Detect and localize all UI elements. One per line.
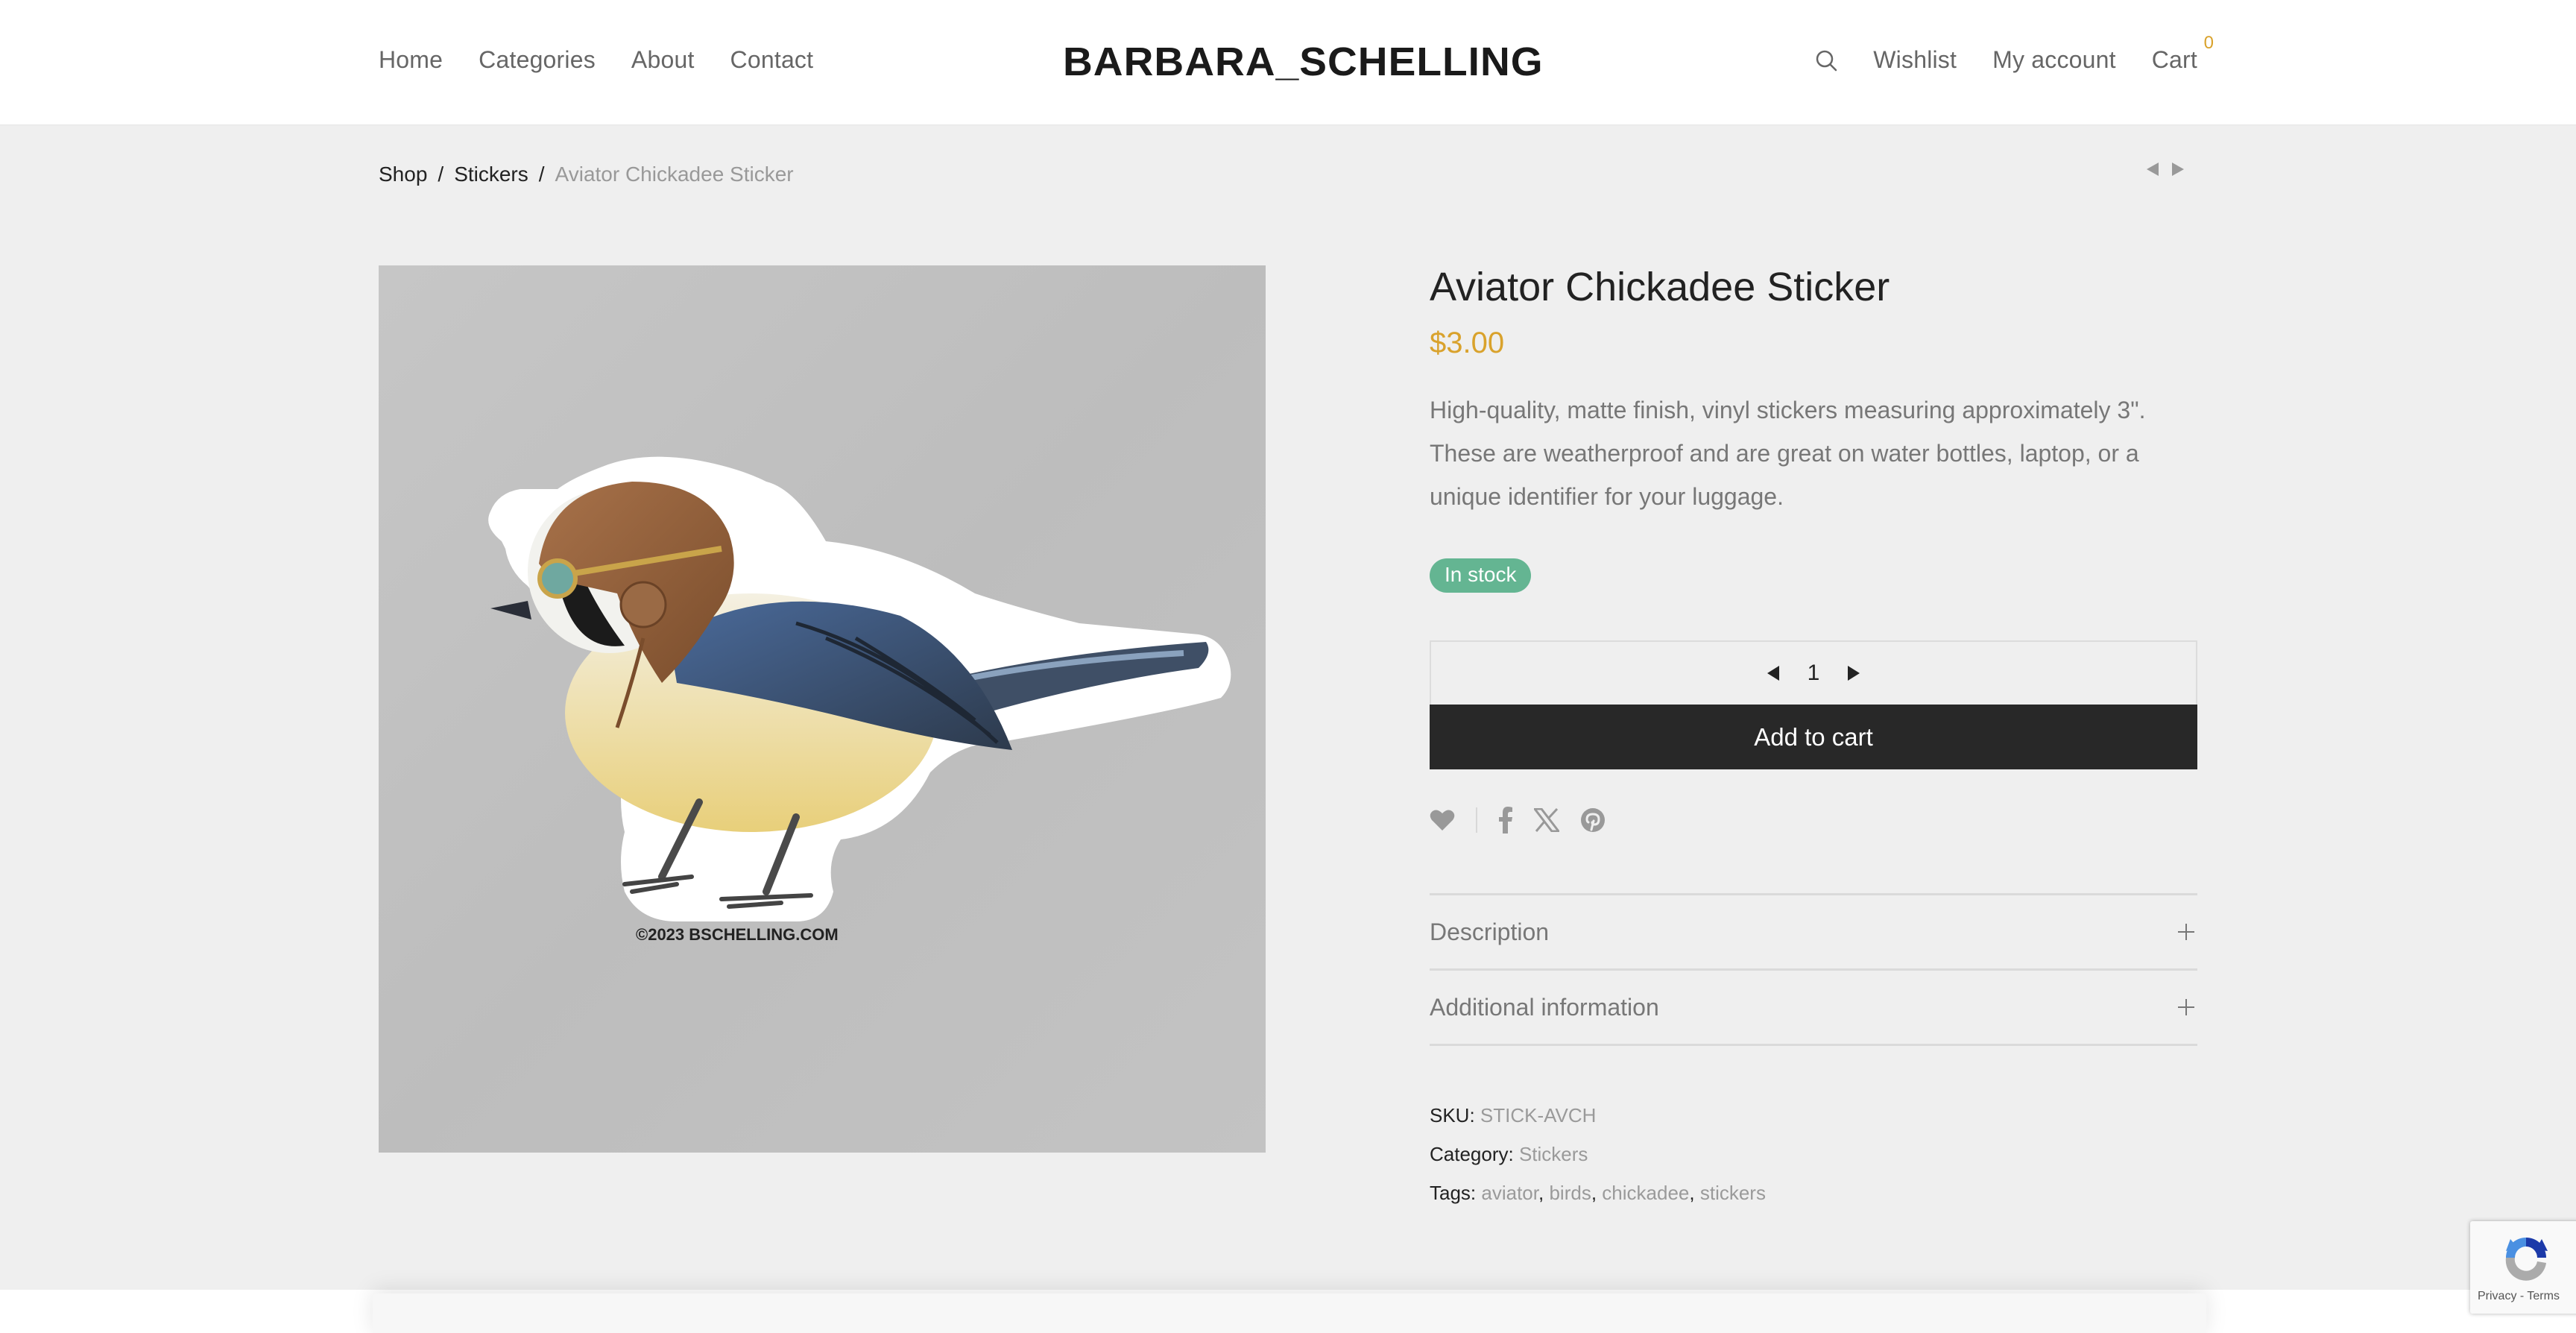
accordion-label: Description <box>1430 918 1550 945</box>
breadcrumb-separator: / <box>438 163 444 186</box>
tags-row: Tags: aviator, birds, chickadee, sticker… <box>1430 1182 1766 1204</box>
sku-row: SKU: STICK-AVCH <box>1430 1096 1766 1135</box>
wishlist-link[interactable]: Wishlist <box>1873 46 1957 74</box>
nav-home[interactable]: Home <box>379 46 443 74</box>
site-header: Home Categories About Contact BARBARA_SC… <box>0 0 2576 125</box>
previous-product-icon[interactable] <box>2147 163 2159 176</box>
search-icon[interactable] <box>1815 49 1837 72</box>
nav-categories[interactable]: Categories <box>479 46 596 74</box>
facebook-icon[interactable] <box>1498 807 1513 833</box>
breadcrumb: Shop / Stickers / Aviator Chickadee Stic… <box>379 163 794 186</box>
my-account-link[interactable]: My account <box>1992 46 2116 74</box>
sticker-illustration: ©2023 BSCHELLING.COM <box>488 456 1231 944</box>
breadcrumb-current: Aviator Chickadee Sticker <box>555 163 794 186</box>
stock-badge: In stock <box>1430 558 1532 593</box>
sku-value: STICK-AVCH <box>1480 1104 1597 1126</box>
tags-label: Tags: <box>1430 1182 1477 1204</box>
breadcrumb-shop[interactable]: Shop <box>379 163 427 186</box>
nav-about[interactable]: About <box>631 46 695 74</box>
add-to-cart-button[interactable]: Add to cart <box>1430 705 2197 769</box>
sku-label: SKU: <box>1430 1104 1475 1126</box>
product-pagination <box>2147 163 2184 176</box>
quantity-stepper: 1 <box>1430 640 2197 705</box>
decrease-quantity-icon[interactable] <box>1767 666 1779 681</box>
product-meta: SKU: STICK-AVCH Category: Stickers Tags:… <box>1430 1096 1766 1212</box>
share-divider <box>1476 807 1477 833</box>
product-tabs-accordion: Description Additional information <box>1430 893 2197 1046</box>
nav-contact[interactable]: Contact <box>730 46 814 74</box>
pinterest-icon[interactable] <box>1580 807 1606 833</box>
accordion-additional-information[interactable]: Additional information <box>1430 971 2197 1046</box>
product-price: $3.00 <box>1430 327 1505 359</box>
increase-quantity-icon[interactable] <box>1848 666 1860 681</box>
recaptcha-icon <box>2505 1238 2548 1281</box>
recaptcha-links[interactable]: Privacy - Terms <box>2478 1290 2560 1303</box>
accordion-description[interactable]: Description <box>1430 895 2197 971</box>
breadcrumb-stickers[interactable]: Stickers <box>454 163 528 186</box>
heart-icon[interactable] <box>1430 809 1455 831</box>
product-short-description: High-quality, matte finish, vinyl sticke… <box>1430 397 2146 510</box>
plus-icon[interactable] <box>2178 924 2194 940</box>
tag-link[interactable]: aviator <box>1481 1182 1538 1204</box>
goggle-lens <box>537 558 578 599</box>
image-caption: ©2023 BSCHELLING.COM <box>636 925 839 944</box>
accordion-label: Additional information <box>1430 993 1659 1021</box>
share-actions <box>1430 807 1606 833</box>
plus-icon[interactable] <box>2178 999 2194 1015</box>
product-summary: Aviator Chickadee Sticker $3.00 High-qua… <box>1430 261 2197 593</box>
product-title: Aviator Chickadee Sticker <box>1430 265 1890 309</box>
cart-link[interactable]: Cart <box>2152 46 2197 73</box>
site-logo[interactable]: BARBARA_SCHELLING <box>1063 39 1544 85</box>
breadcrumb-separator: / <box>538 163 545 186</box>
category-row: Category: Stickers <box>1430 1135 1766 1173</box>
quantity-input[interactable]: 1 <box>1806 661 1821 686</box>
next-product-icon[interactable] <box>2172 163 2184 176</box>
tag-link[interactable]: chickadee <box>1602 1182 1689 1204</box>
related-section-edge <box>373 1293 2206 1333</box>
tag-link[interactable]: stickers <box>1700 1182 1766 1204</box>
bird-beak <box>490 601 531 620</box>
product-image[interactable]: ©2023 BSCHELLING.COM <box>379 265 1266 1153</box>
category-link[interactable]: Stickers <box>1519 1143 1588 1165</box>
category-label: Category: <box>1430 1143 1514 1165</box>
cart-count-badge: 0 <box>2203 33 2214 53</box>
recaptcha-badge[interactable]: Privacy - Terms <box>2470 1221 2576 1314</box>
utility-nav: Wishlist My account Cart 0 <box>1815 33 2214 74</box>
main-nav: Home Categories About Contact <box>379 46 813 74</box>
x-icon[interactable] <box>1534 808 1559 832</box>
cart-link-wrap[interactable]: Cart 0 <box>2152 33 2214 74</box>
tag-link[interactable]: birds <box>1549 1182 1591 1204</box>
